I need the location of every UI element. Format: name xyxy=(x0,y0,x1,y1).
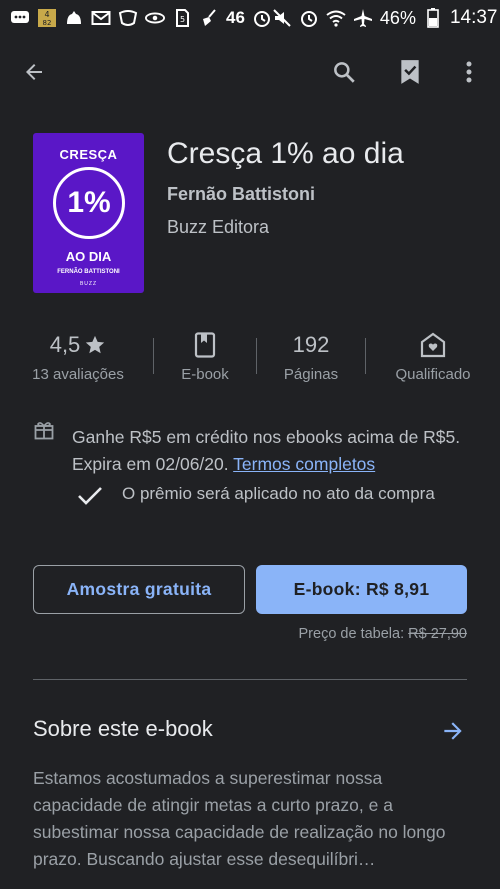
svg-text:82: 82 xyxy=(43,19,52,27)
bookmark-check-icon xyxy=(401,60,419,84)
star-icon xyxy=(86,335,105,354)
airplane-icon xyxy=(353,8,373,28)
book-title: Cresça 1% ao dia xyxy=(167,137,404,170)
book-publisher[interactable]: Buzz Editora xyxy=(167,217,269,238)
stat-pages: 192 Páginas xyxy=(275,330,347,383)
gift-icon xyxy=(34,420,54,440)
more-vert-icon xyxy=(466,61,472,83)
back-button[interactable] xyxy=(16,54,52,90)
section-divider xyxy=(33,679,467,680)
eye-icon xyxy=(145,8,165,28)
cover-publisher: BUZZ xyxy=(79,281,98,287)
book-icon xyxy=(194,332,216,358)
family-library-icon xyxy=(420,332,446,358)
book-cover[interactable]: CRESÇA 1% AO DIA FERNÃO BATTISTONI BUZZ xyxy=(33,133,144,293)
terms-link[interactable]: Termos completos xyxy=(233,454,375,474)
broom-icon xyxy=(199,8,219,28)
book-author[interactable]: Fernão Battistoni xyxy=(167,184,315,205)
cover-author: FERNÃO BATTISTONI xyxy=(57,269,120,275)
status-bar-right: 46% 14:37 xyxy=(272,7,498,29)
buy-ebook-button[interactable]: E-book: R$ 8,91 xyxy=(256,565,467,614)
sim-icon: 5 xyxy=(172,8,192,28)
promo-message: Ganhe R$5 em crédito nos ebooks acima de… xyxy=(72,424,472,478)
stat-divider xyxy=(256,338,257,374)
status-bar: 4 82 5 46 46% 14:37 xyxy=(0,0,500,36)
svg-text:5: 5 xyxy=(180,15,185,24)
rating-value-row: 4,5 xyxy=(22,330,134,360)
list-price-value: R$ 27,90 xyxy=(408,626,467,642)
checkmark-icon xyxy=(77,486,103,506)
award-note: O prêmio será aplicado no ato da compra xyxy=(122,484,435,503)
list-price-label: Preço de tabela: xyxy=(298,626,409,642)
arrow-forward-icon xyxy=(444,722,462,740)
network-type: 46 xyxy=(226,8,245,27)
cover-number: 1% xyxy=(53,167,125,239)
cat-icon xyxy=(64,8,84,28)
stat-rating[interactable]: 4,5 13 avaliações xyxy=(22,330,134,383)
stat-format: E-book xyxy=(170,330,240,383)
cover-line2: AO DIA xyxy=(65,249,112,264)
free-sample-button[interactable]: Amostra gratuita xyxy=(33,565,245,614)
back-arrow-icon xyxy=(26,64,42,80)
status-bar-left: 4 82 5 46 xyxy=(10,8,272,28)
wifi-icon xyxy=(326,8,346,28)
about-title[interactable]: Sobre este e-book xyxy=(33,716,213,742)
format-label: E-book xyxy=(181,366,229,383)
app-bar xyxy=(0,46,500,98)
mute-icon xyxy=(272,8,292,28)
stat-divider xyxy=(153,338,154,374)
stat-qualified[interactable]: Qualificado xyxy=(383,330,483,383)
qualified-icon-row xyxy=(383,330,483,360)
percent-badge-icon: 4 82 xyxy=(37,8,57,28)
rating-count: 13 avaliações xyxy=(32,366,124,383)
list-price: Preço de tabela: R$ 27,90 xyxy=(299,626,468,642)
search-button[interactable] xyxy=(326,54,362,90)
battery-percent: 46% xyxy=(379,7,416,28)
alarm-icon xyxy=(252,8,272,28)
clock: 14:37 xyxy=(449,7,498,28)
pages-value: 192 xyxy=(292,332,330,357)
qualified-label: Qualificado xyxy=(395,366,471,383)
battery-icon xyxy=(423,8,443,28)
svg-text:4: 4 xyxy=(44,10,49,19)
format-icon-row xyxy=(170,330,240,360)
stat-divider xyxy=(365,338,366,374)
search-icon xyxy=(334,62,355,83)
alarm-clock-icon xyxy=(299,8,319,28)
pages-label: Páginas xyxy=(283,366,339,383)
about-description[interactable]: Estamos acostumados a superestimar nossa… xyxy=(33,765,463,873)
chat-icon xyxy=(10,8,30,28)
shield-icon xyxy=(118,8,138,28)
more-options-button[interactable] xyxy=(451,54,487,90)
wishlist-button[interactable] xyxy=(392,54,428,90)
cover-line1: CRESÇA xyxy=(59,147,118,162)
mail-icon xyxy=(91,8,111,28)
rating-value: 4,5 xyxy=(49,332,81,357)
about-arrow-button[interactable] xyxy=(440,718,466,744)
